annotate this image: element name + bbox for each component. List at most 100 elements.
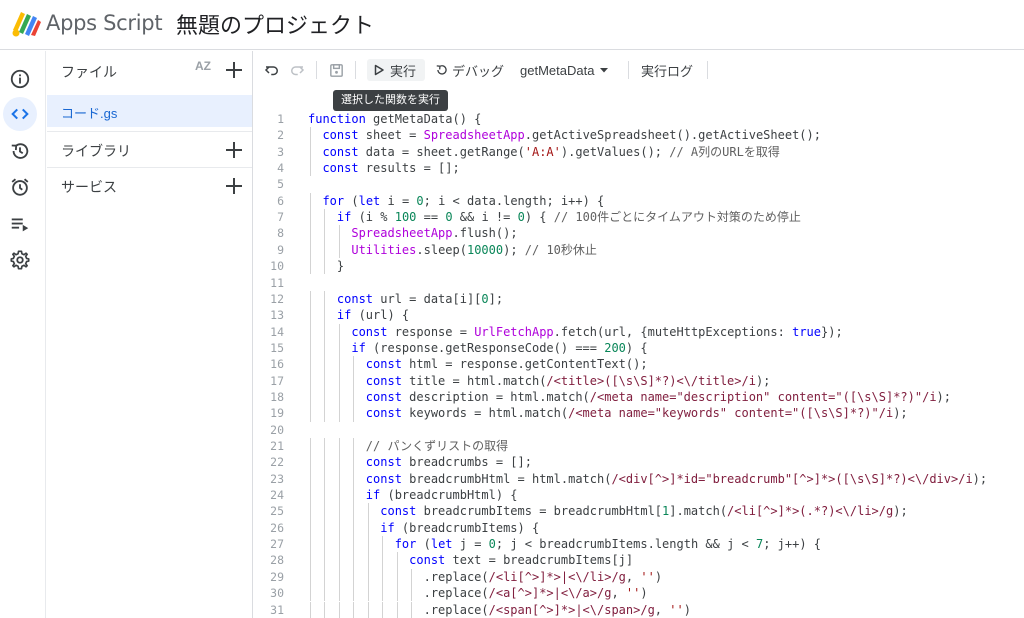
- indent-guide: [324, 585, 326, 602]
- code-text: if (url) {: [336, 308, 410, 323]
- code-line[interactable]: 30 .replace(/<a[^>]*>|<\/a>/g, ''): [254, 585, 1024, 601]
- indent-guide: [324, 536, 326, 553]
- execution-log-button[interactable]: 実行ログ: [641, 59, 693, 81]
- indent-guide: [310, 487, 311, 504]
- indent-guide: [396, 552, 398, 569]
- indent-guide: [353, 454, 355, 471]
- code-line[interactable]: 27 for (let j = 0; j < breadcrumbItems.l…: [254, 536, 1024, 552]
- indent-guide: [310, 258, 311, 275]
- code-line[interactable]: 15 if (response.getResponseCode() === 20…: [254, 340, 1024, 356]
- indent-guide: [310, 601, 311, 618]
- code-line[interactable]: 31 .replace(/<span[^>]*>|<\/span>/g, ''): [254, 602, 1024, 618]
- indent-guide: [353, 503, 355, 520]
- indent-guide: [324, 519, 326, 537]
- line-number: 11: [270, 275, 284, 290]
- indent-guide: [324, 307, 326, 324]
- file-name: コード.gs: [61, 106, 118, 121]
- run-button[interactable]: 実行: [367, 59, 425, 81]
- code-editor[interactable]: 1 function getMetaData() {2 const sheet =…: [254, 89, 1024, 618]
- save-icon[interactable]: [326, 60, 346, 80]
- code-text: const sheet = SpreadsheetApp.getActiveSp…: [322, 128, 821, 143]
- code-text: }: [308, 259, 345, 274]
- project-history-button[interactable]: [3, 134, 37, 168]
- overview-button[interactable]: [3, 62, 37, 96]
- code-line[interactable]: 5: [254, 176, 1024, 192]
- code-line[interactable]: 6 for (let i = 0; i < data.length; i++) …: [254, 193, 1024, 209]
- line-number: 12: [270, 291, 284, 306]
- executions-button[interactable]: [3, 207, 37, 241]
- app-name: Apps Script: [46, 11, 163, 35]
- files-header: ファイル AZ: [47, 51, 252, 91]
- file-item-code-gs[interactable]: コード.gs: [47, 95, 252, 127]
- project-settings-button[interactable]: [3, 243, 37, 277]
- code-line[interactable]: 4 const results = [];: [254, 160, 1024, 176]
- code-line[interactable]: 8 SpreadsheetApp.flush();: [254, 225, 1024, 241]
- gear-icon: [10, 250, 30, 270]
- code-line[interactable]: 3 const data = sheet.getRange('A:A').get…: [254, 144, 1024, 160]
- code-text: const data = sheet.getRange('A:A').getVa…: [322, 144, 780, 159]
- apps-script-logo[interactable]: [10, 8, 42, 38]
- libraries-section[interactable]: ライブラリ: [47, 131, 252, 167]
- indent-guide: [411, 568, 413, 586]
- sort-az-icon[interactable]: AZ: [195, 59, 211, 73]
- code-text: for (let i = 0; i < data.length; i++) {: [322, 193, 605, 208]
- code-line[interactable]: 26 if (breadcrumbItems) {: [254, 520, 1024, 536]
- code-line[interactable]: 7 if (i % 100 == 0 && i != 0) { // 100件ご…: [254, 209, 1024, 225]
- code-line[interactable]: 14 const response = UrlFetchApp.fetch(ur…: [254, 324, 1024, 340]
- add-library-icon[interactable]: [224, 140, 244, 160]
- debug-button[interactable]: デバッグ: [435, 59, 504, 81]
- code-line[interactable]: 28 const text = breadcrumbItems[j]: [254, 552, 1024, 568]
- code-line[interactable]: 20: [254, 422, 1024, 438]
- add-service-icon[interactable]: [224, 176, 244, 196]
- toolbar-divider: [355, 61, 356, 79]
- app-header: Apps Script 無題のプロジェクト: [0, 0, 1024, 50]
- code-line[interactable]: 1 function getMetaData() {: [254, 111, 1024, 127]
- code-line[interactable]: 11: [254, 275, 1024, 291]
- code-line[interactable]: 24 if (breadcrumbHtml) {: [254, 487, 1024, 503]
- undo-icon[interactable]: [262, 60, 282, 80]
- add-file-icon[interactable]: [224, 60, 244, 80]
- code-line[interactable]: 19 const keywords = html.match(/<meta na…: [254, 405, 1024, 421]
- indent-guide: [338, 356, 340, 373]
- indent-guide: [324, 258, 326, 275]
- code-line[interactable]: 21 // パンくずリストの取得: [254, 438, 1024, 454]
- indent-guide: [353, 487, 355, 504]
- line-number: 10: [270, 259, 284, 274]
- indent-guide: [310, 339, 311, 357]
- code-line[interactable]: 22 const breadcrumbs = [];: [254, 454, 1024, 470]
- code-line[interactable]: 25 const breadcrumbItems = breadcrumbHtm…: [254, 503, 1024, 519]
- code-line[interactable]: 2 const sheet = SpreadsheetApp.getActive…: [254, 127, 1024, 143]
- indent-guide: [353, 552, 355, 569]
- toolbar-divider: [707, 61, 708, 79]
- services-section[interactable]: サービス: [47, 167, 252, 203]
- function-selector[interactable]: getMetaData: [520, 59, 609, 81]
- indent-guide: [353, 585, 355, 602]
- code-line[interactable]: 23 const breadcrumbHtml = html.match(/<d…: [254, 471, 1024, 487]
- indent-guide: [310, 405, 311, 422]
- indent-guide: [353, 470, 355, 488]
- indent-guide: [310, 307, 311, 324]
- code-line[interactable]: 17 const title = html.match(/<title>([\s…: [254, 373, 1024, 389]
- line-number: 17: [270, 373, 284, 388]
- editor-button[interactable]: [3, 97, 37, 131]
- code-line[interactable]: 9 Utilities.sleep(10000); // 10秒休止: [254, 242, 1024, 258]
- code-line[interactable]: 29 .replace(/<li[^>]*>|<\/li>/g, ''): [254, 569, 1024, 585]
- libraries-label: ライブラリ: [61, 143, 131, 159]
- execution-log-label: 実行ログ: [641, 63, 694, 79]
- indent-guide: [324, 438, 326, 455]
- code-line[interactable]: 10 }: [254, 258, 1024, 274]
- indent-guide: [353, 372, 355, 389]
- line-number: 6: [277, 193, 284, 208]
- line-number: 21: [270, 439, 284, 453]
- redo-icon[interactable]: [287, 60, 307, 80]
- code-text: const results = [];: [322, 161, 460, 176]
- code-line[interactable]: 16 const html = response.getContentText(…: [254, 356, 1024, 372]
- indent-guide: [324, 290, 326, 308]
- code-line[interactable]: 18 const description = html.match(/<meta…: [254, 389, 1024, 405]
- sort-az-text: AZ: [195, 59, 211, 73]
- code-line[interactable]: 13 if (url) {: [254, 307, 1024, 323]
- code-line[interactable]: 12 const url = data[i][0];: [254, 291, 1024, 307]
- project-title[interactable]: 無題のプロジェクト: [176, 8, 374, 40]
- triggers-button[interactable]: [3, 170, 37, 204]
- editor-toolbar: 実行 デバッグ getMetaData 実行ログ: [254, 51, 1024, 89]
